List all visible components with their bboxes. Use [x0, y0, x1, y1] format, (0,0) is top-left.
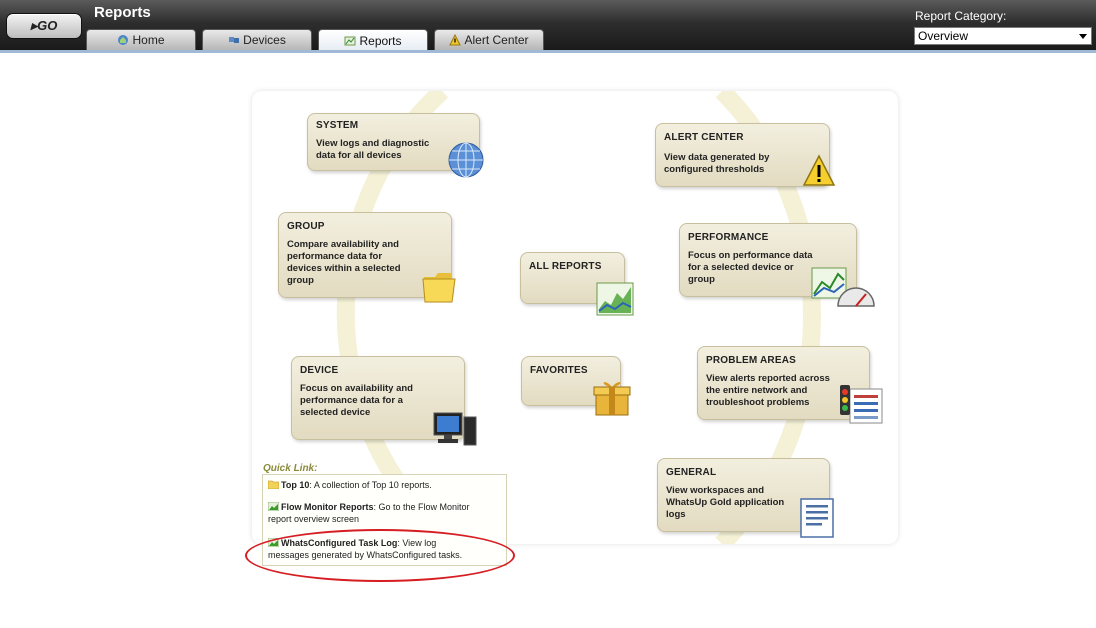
card-device-desc-2: performance data for a [300, 395, 403, 406]
card-device-desc-1: Focus on availability and [300, 383, 413, 394]
quick-link-title: Quick Link: [263, 463, 318, 474]
card-group-desc-4: group [287, 275, 314, 286]
card-general-desc-1: View workspaces and [666, 485, 765, 496]
computer-icon [433, 412, 477, 446]
card-device-title: DEVICE [300, 365, 339, 376]
home-icon [118, 35, 129, 45]
report-category-value: Overview [918, 29, 969, 43]
tab-devices-label: Devices [243, 33, 286, 47]
top-toolbar: ▸GO Reports Home Devices Reports Alert C… [0, 0, 1096, 51]
card-group-desc-1: Compare availability and [287, 239, 399, 250]
folder-icon [268, 480, 279, 489]
card-performance-title: PERFORMANCE [688, 232, 769, 243]
quick-link-top10-name: Top 10 [281, 480, 310, 490]
card-favorites-title: FAVORITES [530, 365, 588, 376]
card-general-desc-3: logs [666, 509, 686, 520]
card-problem-areas-desc-3: troubleshoot problems [706, 397, 810, 408]
card-performance-desc-3: group [688, 274, 715, 285]
card-system-desc-1: View logs and diagnostic [316, 138, 430, 149]
devices-icon [229, 37, 240, 43]
quick-link-flow-monitor-text: : Go to the Flow Monitor [373, 502, 470, 512]
card-all-reports[interactable]: ALL REPORTS [520, 252, 634, 316]
card-general-title: GENERAL [666, 467, 717, 478]
card-alert-center-desc-2: configured thresholds [664, 164, 765, 175]
gauge-icon [811, 267, 875, 307]
card-device[interactable]: DEVICE Focus on availability and perform… [291, 356, 477, 446]
alert-icon [449, 34, 462, 46]
report-category-select[interactable]: Overview [914, 27, 1092, 45]
card-device-desc-3: selected device [300, 407, 371, 418]
card-alert-center-title: ALERT CENTER [664, 132, 744, 143]
gift-box-icon [593, 382, 631, 416]
tab-reports[interactable]: Reports [318, 29, 428, 51]
tab-reports-label: Reports [359, 33, 402, 48]
tab-devices[interactable]: Devices [202, 29, 312, 50]
chevron-down-icon [1079, 34, 1087, 39]
tab-alert-center[interactable]: Alert Center [434, 29, 544, 50]
card-system-desc-2: data for all devices [316, 150, 402, 161]
globe-icon [448, 142, 484, 178]
go-button[interactable]: ▸GO [6, 13, 82, 39]
card-problem-areas[interactable]: PROBLEM AREAS View alerts reported acros… [697, 346, 883, 424]
card-performance-desc-1: Focus on performance data [688, 250, 813, 261]
quick-link-top10[interactable]: Top 10: A collection of Top 10 reports. [268, 479, 504, 491]
reports-icon [344, 36, 356, 45]
card-problem-areas-desc-1: View alerts reported across [706, 373, 830, 384]
report-icon [268, 502, 279, 511]
card-alert-center[interactable]: ALERT CENTER View data generated by conf… [655, 123, 836, 187]
tab-alert-center-label: Alert Center [464, 33, 529, 47]
tab-home-label: Home [132, 33, 165, 47]
quick-link-top10-text: : A collection of Top 10 reports. [309, 480, 432, 490]
report-category-label: Report Category: [915, 9, 1007, 23]
traffic-light-icon [840, 385, 883, 424]
quick-link-flow-monitor[interactable]: Flow Monitor Reports: Go to the Flow Mon… [268, 501, 504, 525]
card-general[interactable]: GENERAL View workspaces and WhatsUp Gold… [657, 458, 834, 538]
card-system[interactable]: SYSTEM View logs and diagnostic data for… [307, 113, 484, 178]
document-icon [800, 498, 834, 538]
highlight-ellipse [245, 529, 515, 582]
card-problem-areas-desc-2: the entire network and [706, 385, 808, 396]
card-performance[interactable]: PERFORMANCE Focus on performance data fo… [679, 223, 875, 307]
folder-icon [422, 273, 456, 303]
card-alert-center-desc-1: View data generated by [664, 152, 770, 163]
card-performance-desc-2: for a selected device or [688, 262, 794, 273]
quick-link-flow-monitor-name: Flow Monitor Reports [281, 502, 374, 512]
card-general-desc-2: WhatsUp Gold application [666, 497, 785, 508]
card-group[interactable]: GROUP Compare availability and performan… [278, 212, 456, 303]
tab-home[interactable]: Home [86, 29, 196, 50]
card-all-reports-title: ALL REPORTS [529, 261, 602, 272]
quick-link-flow-monitor-text-2: report overview screen [268, 514, 360, 524]
header-divider [0, 50, 1096, 53]
card-problem-areas-title: PROBLEM AREAS [706, 355, 797, 366]
card-group-desc-3: devices within a selected [287, 263, 401, 274]
card-group-title: GROUP [287, 221, 325, 232]
card-system-title: SYSTEM [316, 120, 359, 131]
card-group-desc-2: performance data for [287, 251, 383, 262]
warning-icon [802, 154, 836, 186]
card-favorites[interactable]: FAVORITES [521, 356, 631, 416]
page-title: Reports [94, 4, 151, 21]
chart-icon [596, 282, 634, 316]
